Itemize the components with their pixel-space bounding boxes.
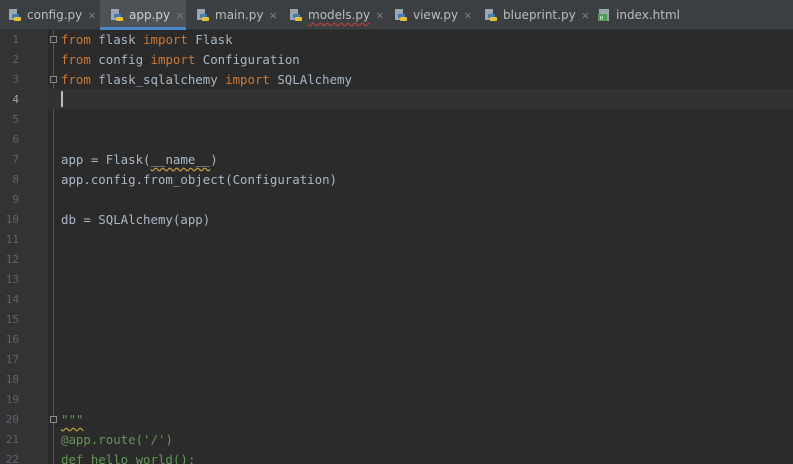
python-file-icon — [484, 8, 498, 22]
python-file-icon — [394, 8, 408, 22]
line-number: 22 — [5, 453, 19, 464]
code-text: app = Flask( — [61, 152, 151, 167]
keyword: from — [61, 72, 91, 87]
docstring: @app.route('/') — [61, 432, 173, 447]
code-line[interactable]: def hello_world(): — [61, 450, 195, 464]
code-text: db = SQLAlchemy(app) — [61, 212, 211, 227]
line-number: 10 — [5, 213, 19, 226]
code-line[interactable]: @app.route('/') — [61, 430, 173, 450]
fold-toggle-icon[interactable] — [50, 76, 57, 83]
keyword: from — [61, 32, 91, 47]
code-text: app.config.from_object(Configuration) — [61, 172, 338, 187]
docstring: def hello_world(): — [61, 452, 196, 464]
tab-label: index.html — [616, 8, 680, 22]
keyword: from — [61, 52, 91, 67]
line-number: 7 — [12, 153, 19, 166]
line-number: 6 — [12, 133, 19, 146]
python-file-icon — [196, 8, 210, 22]
line-number: 1 — [12, 33, 19, 46]
code-line[interactable]: app.config.from_object(Configuration) — [61, 170, 337, 190]
import-name: Configuration — [195, 52, 300, 67]
tab-label: view.py — [413, 8, 459, 22]
code-line[interactable]: from flask import Flask — [61, 30, 233, 50]
import-name: Flask — [187, 32, 233, 47]
tab-config-py[interactable]: config.py × — [8, 0, 100, 30]
close-icon[interactable]: × — [175, 9, 184, 22]
code-line[interactable]: from config import Configuration — [61, 50, 300, 70]
line-number: 16 — [5, 333, 19, 346]
tab-index-html[interactable]: H index.html — [597, 0, 701, 30]
line-number: 17 — [5, 353, 19, 366]
line-number: 19 — [5, 393, 19, 406]
code-line[interactable]: """ — [61, 410, 83, 430]
code-line[interactable]: app = Flask(__name__) — [61, 150, 218, 170]
tab-label: blueprint.py — [503, 8, 576, 22]
html-file-icon: H — [597, 8, 611, 22]
line-number: 20 — [5, 413, 19, 426]
module-name: flask — [90, 32, 144, 47]
text-caret — [61, 91, 63, 107]
fold-toggle-icon[interactable] — [50, 36, 57, 43]
keyword: import — [150, 52, 196, 67]
line-number: 14 — [5, 293, 19, 306]
module-name: flask_sqlalchemy — [90, 72, 226, 87]
code-line[interactable]: from flask_sqlalchemy import SQLAlchemy — [61, 70, 352, 90]
line-number: 4 — [12, 93, 19, 106]
docstring: """ — [61, 412, 84, 427]
keyword: import — [225, 72, 270, 87]
fold-toggle-icon[interactable] — [50, 416, 57, 423]
close-icon[interactable]: × — [463, 9, 472, 22]
tab-label: main.py — [215, 8, 264, 22]
tab-label: models.py — [308, 8, 371, 22]
code-line[interactable]: db = SQLAlchemy(app) — [61, 210, 210, 230]
close-icon[interactable]: × — [87, 9, 96, 22]
code-text: ) — [210, 152, 218, 167]
python-file-icon — [8, 8, 22, 22]
line-number: 18 — [5, 373, 19, 386]
tab-app-py[interactable]: app.py × — [100, 0, 186, 30]
close-icon[interactable]: × — [269, 9, 278, 22]
ide-window: config.py × app.py × main.py × models.py… — [0, 0, 793, 464]
module-name: config — [90, 52, 151, 67]
close-icon[interactable]: × — [375, 9, 384, 22]
svg-text:H: H — [600, 16, 604, 22]
line-number-gutter: 1 2 3 4 5 6 7 8 9 10 11 12 13 14 15 16 1… — [0, 30, 48, 464]
import-name: SQLAlchemy — [269, 72, 352, 87]
line-number: 5 — [12, 113, 19, 126]
tab-view-py[interactable]: view.py × — [394, 0, 478, 30]
code-argument: __name__ — [150, 152, 211, 167]
line-number: 9 — [12, 193, 19, 206]
line-number: 8 — [12, 173, 19, 186]
line-number: 21 — [5, 433, 19, 446]
close-icon[interactable]: × — [581, 9, 590, 22]
keyword: import — [143, 32, 188, 47]
tab-main-py[interactable]: main.py × — [196, 0, 280, 30]
python-file-icon — [110, 8, 124, 22]
line-number: 11 — [5, 233, 19, 246]
line-number: 13 — [5, 273, 19, 286]
tab-label: config.py — [27, 8, 83, 22]
current-line-highlight — [48, 89, 793, 109]
editor-tab-bar: config.py × app.py × main.py × models.py… — [0, 0, 793, 30]
line-number: 15 — [5, 313, 19, 326]
line-number: 2 — [12, 53, 19, 66]
tab-models-py[interactable]: models.py × — [289, 0, 385, 30]
python-file-icon — [289, 8, 303, 22]
line-number: 12 — [5, 253, 19, 266]
tab-blueprint-py[interactable]: blueprint.py × — [484, 0, 590, 30]
line-number: 3 — [12, 73, 19, 86]
tab-label: app.py — [129, 8, 171, 22]
